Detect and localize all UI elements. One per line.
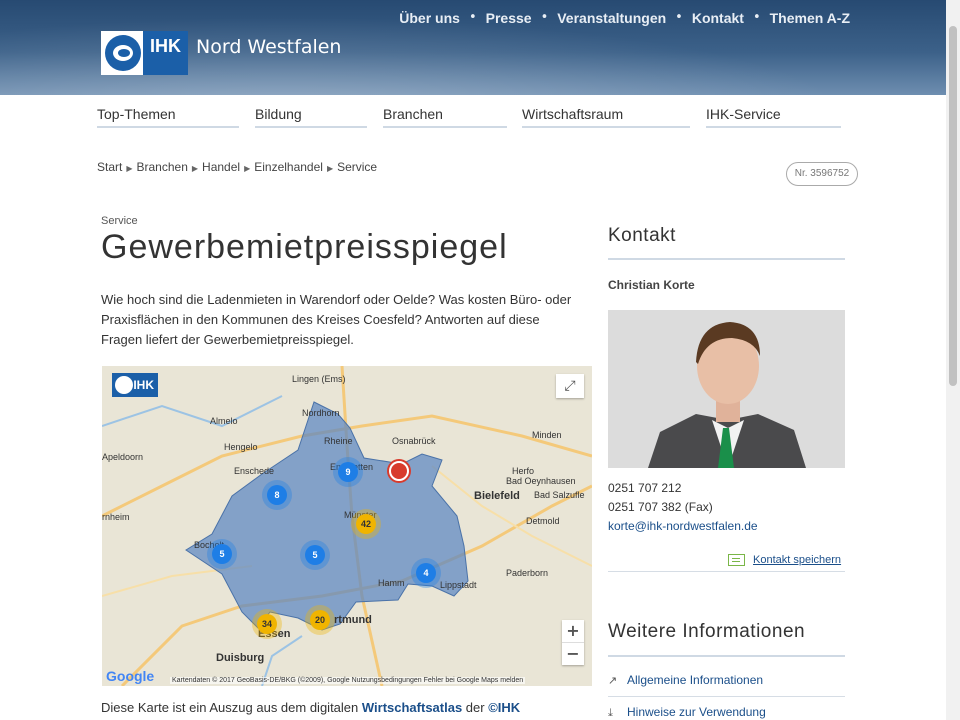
breadcrumb-item[interactable]: Service (337, 160, 377, 174)
main-nav-top-themen[interactable]: Top-Themen (97, 106, 239, 128)
top-nav-separator: • (468, 10, 477, 25)
wirtschaftsatlas-link[interactable]: Wirtschaftsatlas (362, 700, 462, 715)
map-city-label: Almelo (210, 416, 238, 426)
info-link-label: Allgemeine Informationen (627, 673, 764, 687)
more-info-heading: Weitere Informationen (608, 621, 806, 642)
document-number-badge: Nr. 3596752 (786, 162, 858, 186)
map-city-label: Bad Oeynhausen (506, 476, 576, 486)
map-zoom-out-button[interactable]: − (562, 643, 584, 665)
breadcrumb-item[interactable]: Handel (202, 160, 240, 174)
map-city-label: Rheine (324, 436, 353, 446)
top-nav: Über uns • Presse • Veranstaltungen • Ko… (399, 10, 850, 26)
intro-text: Wie hoch sind die Ladenmieten in Warendo… (101, 292, 572, 347)
breadcrumb-item[interactable]: Einzelhandel (254, 160, 323, 174)
top-nav-ueber-uns[interactable]: Über uns (399, 10, 460, 26)
footnote-text: der (462, 700, 489, 715)
map-cluster-marker[interactable]: 8 (267, 485, 287, 505)
contact-heading: Kontakt (608, 225, 676, 246)
info-link-label: Hinweise zur Verwendung (627, 705, 766, 719)
top-nav-separator: • (752, 10, 761, 25)
map-ihk-logo-icon: IHK (112, 373, 158, 397)
scrollbar[interactable] (946, 0, 960, 720)
main-nav-branchen[interactable]: Branchen (383, 106, 507, 128)
breadcrumb-item[interactable]: Start (97, 160, 122, 174)
external-link-icon: ↗ (608, 675, 618, 687)
map-location-target-icon[interactable] (389, 461, 409, 481)
breadcrumb: Start ▶ Branchen ▶ Handel ▶ Einzelhandel ▶ Servi… (97, 160, 377, 174)
top-nav-themen-az[interactable]: Themen A-Z (770, 10, 850, 26)
map-city-label: Hamm (378, 578, 405, 588)
main-nav-ihk-service[interactable]: IHK-Service (706, 106, 841, 128)
ihk-logo[interactable]: IHK (101, 31, 188, 75)
top-nav-presse[interactable]: Presse (486, 10, 532, 26)
org-name[interactable]: Nord Westfalen (196, 36, 341, 58)
info-link-hinweise[interactable]: ⤓ Hinweise zur Verwendung (608, 705, 766, 720)
ihk-logo-text: IHK (143, 31, 188, 75)
map-city-label: Bad Salzufle (534, 490, 585, 500)
save-contact-link[interactable]: Kontakt speichern (728, 554, 842, 567)
main-nav-wirtschaftsraum[interactable]: Wirtschaftsraum (522, 106, 690, 128)
footnote-text: Diese Karte ist ein Auszug aus dem digit… (101, 700, 362, 715)
map-city-label: Lippstadt (440, 580, 477, 590)
divider (608, 655, 845, 657)
map-city-label: Paderborn (506, 568, 549, 578)
scrollbar-thumb[interactable] (949, 26, 957, 386)
map-canvas (102, 366, 592, 686)
map-city-label: Lingen (Ems) (292, 374, 346, 384)
google-logo[interactable]: Google (106, 668, 154, 684)
info-link-allgemeine[interactable]: ↗ Allgemeine Informationen (608, 673, 763, 687)
map-city-label: Bielefeld (474, 490, 520, 502)
breadcrumb-arrow-icon: ▶ (126, 164, 133, 173)
map-city-label: Duisburg (216, 652, 265, 664)
contact-name: Christian Korte (608, 278, 695, 292)
map-city-label: rnheim (102, 512, 130, 522)
map-fullscreen-button[interactable]: ⤢ (556, 374, 584, 398)
map-city-label: Herfo (512, 466, 535, 476)
divider (608, 571, 845, 572)
top-nav-separator: • (675, 10, 683, 25)
map-cluster-marker[interactable]: 9 (338, 462, 358, 482)
map-city-label: rtmund (334, 614, 372, 626)
map-cluster-marker[interactable]: 20 (310, 610, 330, 630)
breadcrumb-arrow-icon: ▶ (191, 164, 199, 173)
save-contact-label: Kontakt speichern (753, 554, 842, 566)
contact-photo (608, 310, 845, 468)
map-city-label: Nordhorn (302, 408, 340, 418)
main-nav-bildung[interactable]: Bildung (255, 106, 367, 128)
top-nav-kontakt[interactable]: Kontakt (692, 10, 744, 26)
map-zoom-control: + − (562, 620, 584, 665)
map-cluster-marker[interactable]: 5 (305, 545, 325, 565)
download-icon: ⤓ (608, 707, 613, 719)
divider (608, 696, 845, 697)
map-city-label: Detmold (526, 516, 560, 526)
map-city-label: Enschede (234, 466, 275, 476)
map-footnote: Diese Karte ist ein Auszug aus dem digit… (101, 700, 520, 715)
ihk-logo-mark-icon (105, 35, 141, 71)
top-nav-veranstaltungen[interactable]: Veranstaltungen (557, 10, 666, 26)
map-cluster-marker[interactable]: 34 (257, 614, 277, 634)
map-cluster-marker[interactable]: 42 (356, 514, 376, 534)
contact-fax: 0251 707 382 (Fax) (608, 500, 713, 514)
page-title: Gewerbemietpreisspiegel (101, 228, 508, 266)
top-nav-separator: • (540, 10, 549, 25)
breadcrumb-item[interactable]: Branchen (137, 160, 188, 174)
map-city-label: Osnabrück (392, 436, 436, 446)
contact-email-link[interactable]: korte@ihk-nordwestfalen.de (608, 519, 758, 533)
map-city-label: Hengelo (224, 442, 258, 452)
vcard-icon (728, 554, 745, 567)
breadcrumb-arrow-icon: ▶ (326, 164, 334, 173)
map-city-label: Minden (532, 430, 562, 440)
map-city-label: Apeldoorn (102, 452, 144, 462)
contact-phone: 0251 707 212 (608, 481, 682, 495)
map-attribution[interactable]: Kartendaten © 2017 GeoBasis-DE/BKG (©200… (170, 677, 526, 684)
section-label: Service (101, 215, 138, 227)
map-cluster-marker[interactable]: 5 (212, 544, 232, 564)
map-cluster-marker[interactable]: 4 (416, 563, 436, 583)
breadcrumb-arrow-icon: ▶ (244, 164, 251, 173)
ihk-copyright-link[interactable]: ©IHK (488, 700, 520, 715)
map-widget[interactable]: IHK ⤢ Lingen (Ems) Nordhorn Almelo Henge… (102, 366, 592, 686)
divider (608, 258, 845, 260)
map-zoom-in-button[interactable]: + (562, 620, 584, 643)
